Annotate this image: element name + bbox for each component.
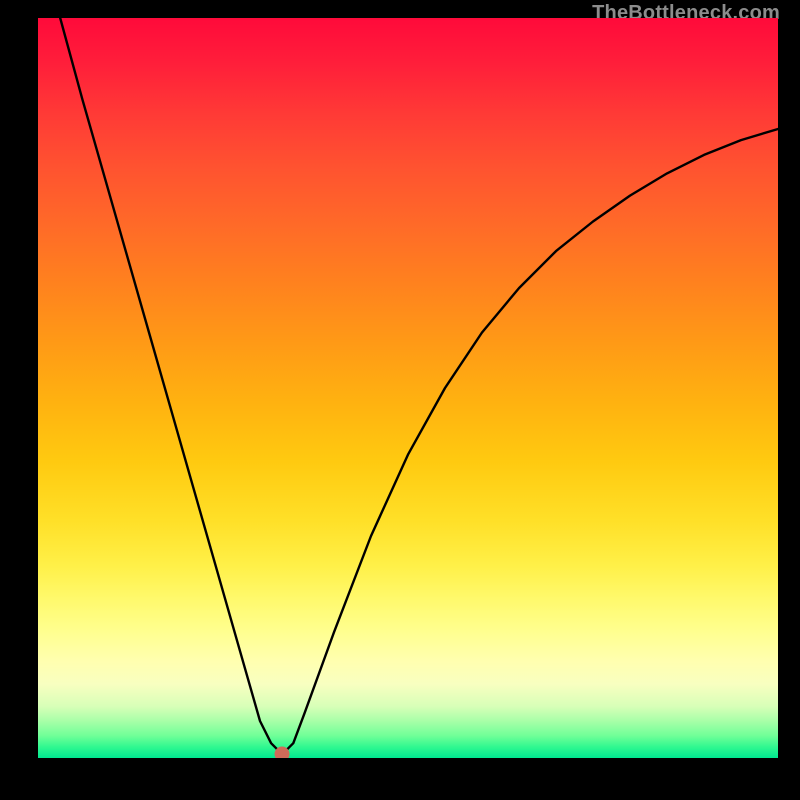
- curve-path: [60, 18, 778, 754]
- minimum-marker: [275, 747, 290, 758]
- plot-area: [38, 18, 778, 758]
- bottleneck-curve: [38, 18, 778, 758]
- chart-stage: TheBottleneck.com: [0, 0, 800, 800]
